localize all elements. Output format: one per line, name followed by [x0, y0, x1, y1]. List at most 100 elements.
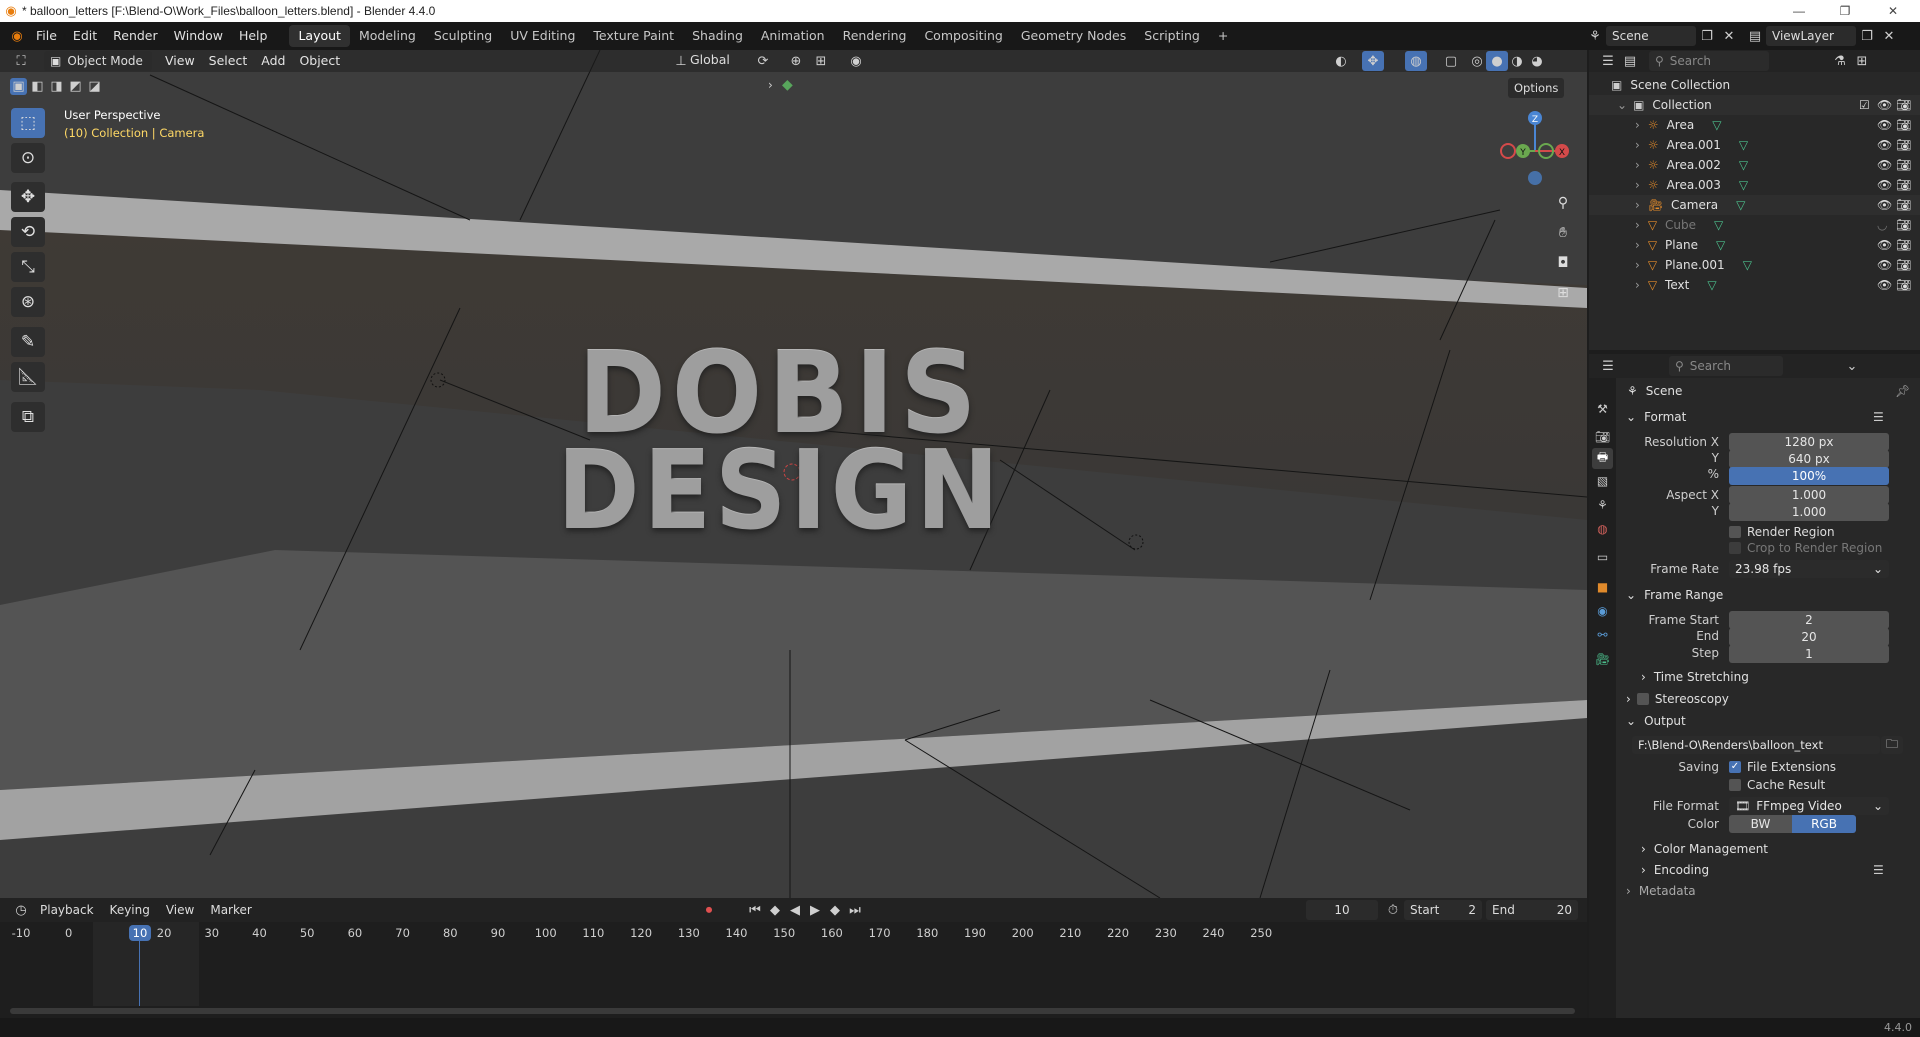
expand-arrow-icon[interactable]: ›: [1635, 258, 1640, 272]
properties-options-icon[interactable]: ⌄: [1841, 356, 1863, 376]
playhead-label[interactable]: 10: [129, 925, 151, 941]
render-region-checkbox[interactable]: Render Region: [1729, 525, 1835, 539]
expand-arrow-icon[interactable]: ›: [1635, 138, 1640, 152]
xray-toggle-icon[interactable]: ▢: [1440, 51, 1462, 71]
object-data-icon[interactable]: ▽: [1739, 178, 1748, 192]
collection-checkbox[interactable]: ☑: [1859, 98, 1870, 112]
sidebar-toggle-icon[interactable]: ◆: [782, 77, 793, 93]
timeline-menu-playback[interactable]: Playback: [32, 903, 102, 917]
metadata-panel-header[interactable]: › Metadata: [1626, 884, 1696, 898]
browse-folder-icon[interactable]: 🗀︎: [1881, 736, 1903, 754]
3d-viewport[interactable]: DOBIS DESIGN ⛶ ▣ Object Mode View Select…: [0, 50, 1587, 898]
world-tab-icon[interactable]: ◍: [1592, 518, 1613, 539]
output-path-field[interactable]: F:\Blend-O\Renders\balloon_text: [1632, 736, 1880, 754]
select-invert-icon[interactable]: ◩: [67, 78, 84, 95]
visibility-icon[interactable]: ◐: [1330, 51, 1352, 71]
tool-select-box[interactable]: ⬚: [11, 108, 45, 138]
next-keyframe-icon[interactable]: ◆: [824, 900, 846, 920]
solid-shading-icon[interactable]: ●: [1486, 51, 1508, 71]
play-icon[interactable]: ▶: [804, 900, 826, 920]
menu-help[interactable]: Help: [231, 25, 276, 47]
delete-scene-icon[interactable]: ✕: [1718, 26, 1740, 46]
menu-edit[interactable]: Edit: [65, 25, 105, 47]
menu-window[interactable]: Window: [166, 25, 231, 47]
select-extend-icon[interactable]: ◧: [29, 78, 46, 95]
tab-rendering[interactable]: Rendering: [834, 25, 916, 47]
record-icon[interactable]: ⏺: [698, 900, 720, 920]
tool-move[interactable]: ✥: [11, 182, 45, 212]
tab-modeling[interactable]: Modeling: [350, 25, 425, 47]
tab-scripting[interactable]: Scripting: [1135, 25, 1209, 47]
outliner[interactable]: ☰ ▤ ⚲ Search ⚗ ⊞ ▣ Scene Collection ⌄ ▣ C…: [1589, 50, 1920, 350]
viewport-menu-add[interactable]: Add: [254, 51, 292, 71]
properties-editor-type-icon[interactable]: ☰: [1597, 356, 1619, 376]
play-reverse-icon[interactable]: ◀: [784, 900, 806, 920]
tool-rotate[interactable]: ⟲: [11, 217, 45, 247]
timeline-menu-view[interactable]: View: [158, 903, 202, 917]
restore-button[interactable]: ❐: [1822, 0, 1868, 22]
object-data-icon[interactable]: ▽: [1714, 218, 1723, 232]
resolution-y-field[interactable]: 640 px: [1729, 450, 1889, 468]
select-subtract-icon[interactable]: ◨: [48, 78, 65, 95]
select-intersect-icon[interactable]: ◪: [86, 78, 103, 95]
visibility-eye-icon[interactable]: 👁︎: [1877, 238, 1892, 252]
tab-texture-paint[interactable]: Texture Paint: [584, 25, 683, 47]
tool-scale[interactable]: ⤡: [11, 252, 45, 282]
ortho-grid-icon[interactable]: ⊞: [1550, 280, 1576, 306]
header-expand-icon[interactable]: ›: [768, 78, 773, 92]
visibility-eye-icon[interactable]: 👁︎: [1877, 258, 1892, 272]
render-camera-icon[interactable]: 📷︎: [1896, 258, 1911, 272]
collection-eye-icon[interactable]: 👁︎: [1877, 98, 1892, 112]
frame-step-field[interactable]: 1: [1729, 645, 1889, 663]
viewport-menu-select[interactable]: Select: [202, 51, 255, 71]
wireframe-shading-icon[interactable]: ◎: [1466, 51, 1488, 71]
file-extensions-checkbox[interactable]: ✓ File Extensions: [1729, 760, 1836, 774]
tool-cursor[interactable]: ⊙: [11, 143, 45, 173]
format-panel-header[interactable]: ⌄ Format: [1626, 410, 1686, 424]
render-camera-icon[interactable]: 📷︎: [1896, 138, 1911, 152]
object-data-icon[interactable]: ▽: [1707, 278, 1716, 292]
delete-view-layer-icon[interactable]: ✕: [1878, 26, 1900, 46]
stereoscopy-panel-header[interactable]: › Stereoscopy: [1626, 692, 1729, 706]
transform-orientation-dropdown[interactable]: Global: [690, 52, 730, 67]
tab-sculpting[interactable]: Sculpting: [425, 25, 501, 47]
color-management-subpanel[interactable]: › Color Management: [1641, 842, 1768, 856]
properties-search-input[interactable]: ⚲ Search: [1669, 356, 1783, 376]
scene-icon[interactable]: ⚘: [1584, 26, 1606, 46]
frame-start-field[interactable]: 2: [1729, 611, 1889, 629]
collection-tab-icon[interactable]: ▭: [1592, 546, 1613, 567]
outliner-item[interactable]: › 🎥︎ Camera ▽ 👁︎ 📷︎: [1589, 195, 1920, 215]
view-layer-icon[interactable]: ▤: [1744, 26, 1766, 46]
time-stretching-subpanel[interactable]: › Time Stretching: [1641, 670, 1749, 684]
menu-render[interactable]: Render: [105, 25, 166, 47]
visibility-eye-icon[interactable]: 👁︎: [1877, 278, 1892, 292]
aspect-x-field[interactable]: 1.000: [1729, 486, 1889, 504]
minimize-button[interactable]: —: [1776, 0, 1822, 22]
proportional-edit-icon[interactable]: ◉: [845, 51, 867, 71]
expand-arrow-icon[interactable]: ›: [1635, 158, 1640, 172]
render-camera-icon[interactable]: 📷︎: [1896, 278, 1911, 292]
scene-selector[interactable]: Scene: [1606, 26, 1696, 46]
visibility-eye-icon[interactable]: 👁︎: [1877, 118, 1892, 132]
output-tab-icon[interactable]: 🖶︎: [1592, 448, 1613, 469]
render-camera-icon[interactable]: 📷︎: [1896, 158, 1911, 172]
display-mode-icon[interactable]: ▤: [1619, 51, 1641, 71]
expand-arrow-icon[interactable]: ›: [1635, 178, 1640, 192]
snap-target-icon[interactable]: ⊞: [810, 51, 832, 71]
new-scene-icon[interactable]: ❐: [1696, 26, 1718, 46]
object-mode-dropdown[interactable]: ▣ Object Mode: [44, 51, 152, 71]
pin-icon[interactable]: 📌︎: [1895, 384, 1910, 398]
view-layer-tab-icon[interactable]: ▧: [1592, 470, 1613, 491]
material-shading-icon[interactable]: ◑: [1506, 51, 1528, 71]
expand-arrow-icon[interactable]: ›: [1635, 238, 1640, 252]
tool-add-cube[interactable]: ⧉: [11, 402, 45, 432]
outliner-item[interactable]: › ☼ Area.002 ▽ 👁︎ 📷︎: [1589, 155, 1920, 175]
expand-arrow-icon[interactable]: ⌄: [1617, 98, 1627, 112]
tab-layout[interactable]: Layout: [289, 25, 350, 47]
expand-arrow-icon[interactable]: ›: [1635, 198, 1640, 212]
jump-end-icon[interactable]: ⏭: [844, 900, 866, 920]
expand-arrow-icon[interactable]: ›: [1635, 218, 1640, 232]
viewport-menu-object[interactable]: Object: [292, 51, 347, 71]
expand-arrow-icon[interactable]: ›: [1635, 278, 1640, 292]
snap-icon[interactable]: ⊕: [785, 51, 807, 71]
